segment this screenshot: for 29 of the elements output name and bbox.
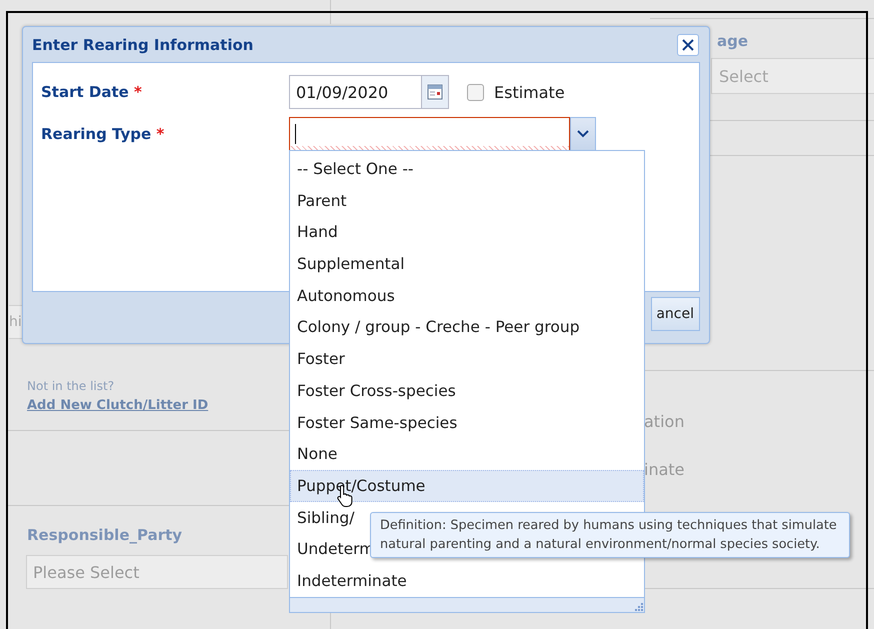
dropdown-option[interactable]: Indeterminate [290,565,644,598]
checkbox-label: Estimate [494,82,565,102]
dropdown-option[interactable]: Puppet/Costume [290,470,644,502]
dropdown-option[interactable]: Hand [290,216,644,248]
dropdown-option[interactable]: Parent [290,184,644,216]
hint-text: Not in the list? [27,379,114,393]
chevron-down-icon[interactable] [570,117,596,151]
dropdown-option[interactable]: Supplemental [290,248,644,280]
field-label: Responsible_Party [27,526,182,544]
calendar-icon[interactable] [421,76,448,108]
resize-grip-icon[interactable] [635,603,644,612]
combo-field[interactable] [289,117,570,151]
dropdown-option[interactable]: None [290,438,644,470]
cancel-button[interactable]: ancel [651,296,700,330]
dropdown-option[interactable]: Foster Same-species [290,406,644,438]
dropdown-option[interactable]: Foster Cross-species [290,375,644,407]
field-label: age [717,32,748,50]
field-label: Rearing Type * [41,125,166,143]
dropdown-option[interactable]: Colony / group - Creche - Peer group [290,312,644,344]
field-label: Start Date * [41,83,143,101]
close-icon[interactable] [677,34,699,56]
dropdown-option[interactable]: -- Select One -- [290,153,644,185]
option-label: ation [644,412,684,431]
dropdown-option[interactable]: Foster [290,343,644,376]
dialog-title: Enter Rearing Information [32,36,254,54]
tooltip-text: Definition: Specimen reared by humans using techniques that simulate natural parenting and a natural environment/normal species society. [380,517,838,554]
dropdown-option[interactable]: Autonomous [290,280,644,312]
estimate-checkbox[interactable] [467,84,484,100]
option-label: inate [644,460,685,479]
